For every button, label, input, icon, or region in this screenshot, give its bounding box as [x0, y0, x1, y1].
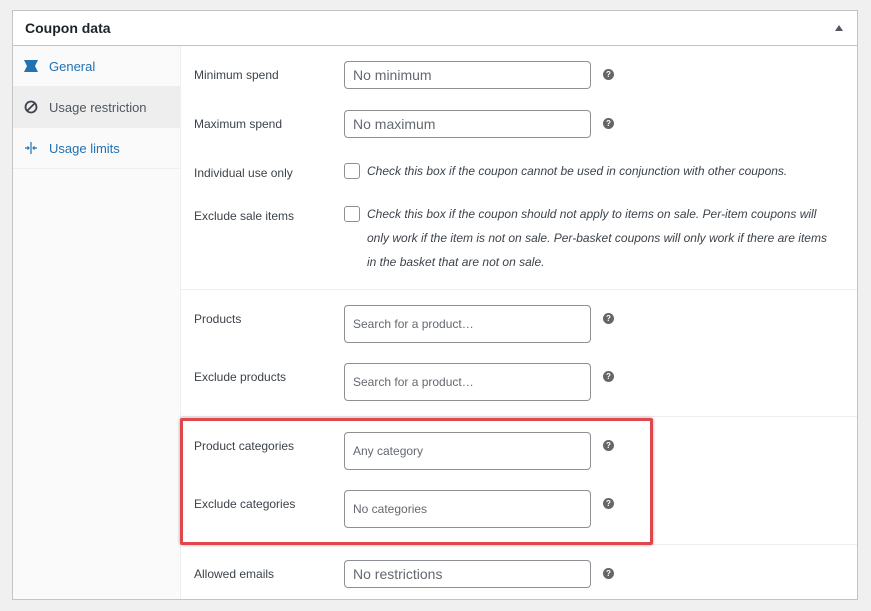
- emails-group: Allowed emails ?: [181, 545, 857, 599]
- exclude-products-help-icon[interactable]: ?: [603, 371, 614, 382]
- product-categories-help-icon[interactable]: ?: [603, 440, 614, 451]
- products-search-input[interactable]: [344, 305, 591, 343]
- exclude-categories-label: Exclude categories: [194, 497, 296, 511]
- tab-general-label: General: [49, 58, 96, 74]
- minimum-spend-input[interactable]: [344, 61, 591, 89]
- products-label: Products: [194, 312, 242, 326]
- arrows-icon: [23, 140, 39, 156]
- exclude-products-label: Exclude products: [194, 370, 287, 384]
- allowed-emails-help-icon[interactable]: ?: [603, 568, 614, 579]
- maximum-spend-label: Maximum spend: [194, 117, 283, 131]
- individual-use-description: Check this box if the coupon cannot be u…: [367, 164, 788, 178]
- ticket-icon: [23, 58, 39, 74]
- allowed-emails-label: Allowed emails: [194, 567, 275, 581]
- exclude-products-search-input[interactable]: [344, 363, 591, 401]
- exclude-categories-input[interactable]: [344, 490, 591, 528]
- categories-group: Product categories ? Exclude categories …: [181, 417, 857, 545]
- products-help-icon[interactable]: ?: [603, 313, 614, 324]
- product-categories-label: Product categories: [194, 439, 295, 453]
- allowed-emails-input[interactable]: [344, 560, 591, 588]
- exclude-sale-label: Exclude sale items: [194, 209, 295, 223]
- maximum-spend-help-icon[interactable]: ?: [603, 118, 614, 129]
- exclude-sale-checkbox[interactable]: [344, 206, 360, 222]
- no-entry-icon: [23, 99, 39, 115]
- panel-title: Coupon data: [25, 20, 111, 36]
- spend-group: Minimum spend ? Maximum spend ? Individu…: [181, 46, 857, 290]
- minimum-spend-label: Minimum spend: [194, 68, 279, 82]
- individual-use-checkbox[interactable]: [344, 163, 360, 179]
- tab-usage-limits-label: Usage limits: [49, 140, 120, 156]
- tab-general[interactable]: General: [13, 46, 180, 87]
- tab-usage-restriction[interactable]: Usage restriction: [13, 87, 180, 128]
- minimum-spend-help-icon[interactable]: ?: [603, 69, 614, 80]
- usage-restriction-panel: Minimum spend ? Maximum spend ? Individu…: [181, 46, 857, 599]
- product-categories-input[interactable]: [344, 432, 591, 470]
- exclude-categories-help-icon[interactable]: ?: [603, 498, 614, 509]
- exclude-sale-description: Check this box if the coupon should not …: [367, 207, 827, 269]
- products-group: Products ? Exclude products ?: [181, 290, 857, 417]
- coupon-data-panel: Coupon data General Usage restriction Us…: [12, 10, 858, 600]
- panel-header: Coupon data: [13, 11, 857, 46]
- coupon-tabs: General Usage restriction Usage limits: [13, 46, 181, 599]
- tab-usage-restriction-label: Usage restriction: [49, 99, 147, 115]
- tab-usage-limits[interactable]: Usage limits: [13, 128, 180, 169]
- individual-use-label: Individual use only: [194, 166, 293, 180]
- maximum-spend-input[interactable]: [344, 110, 591, 138]
- collapse-toggle-icon[interactable]: [835, 25, 843, 31]
